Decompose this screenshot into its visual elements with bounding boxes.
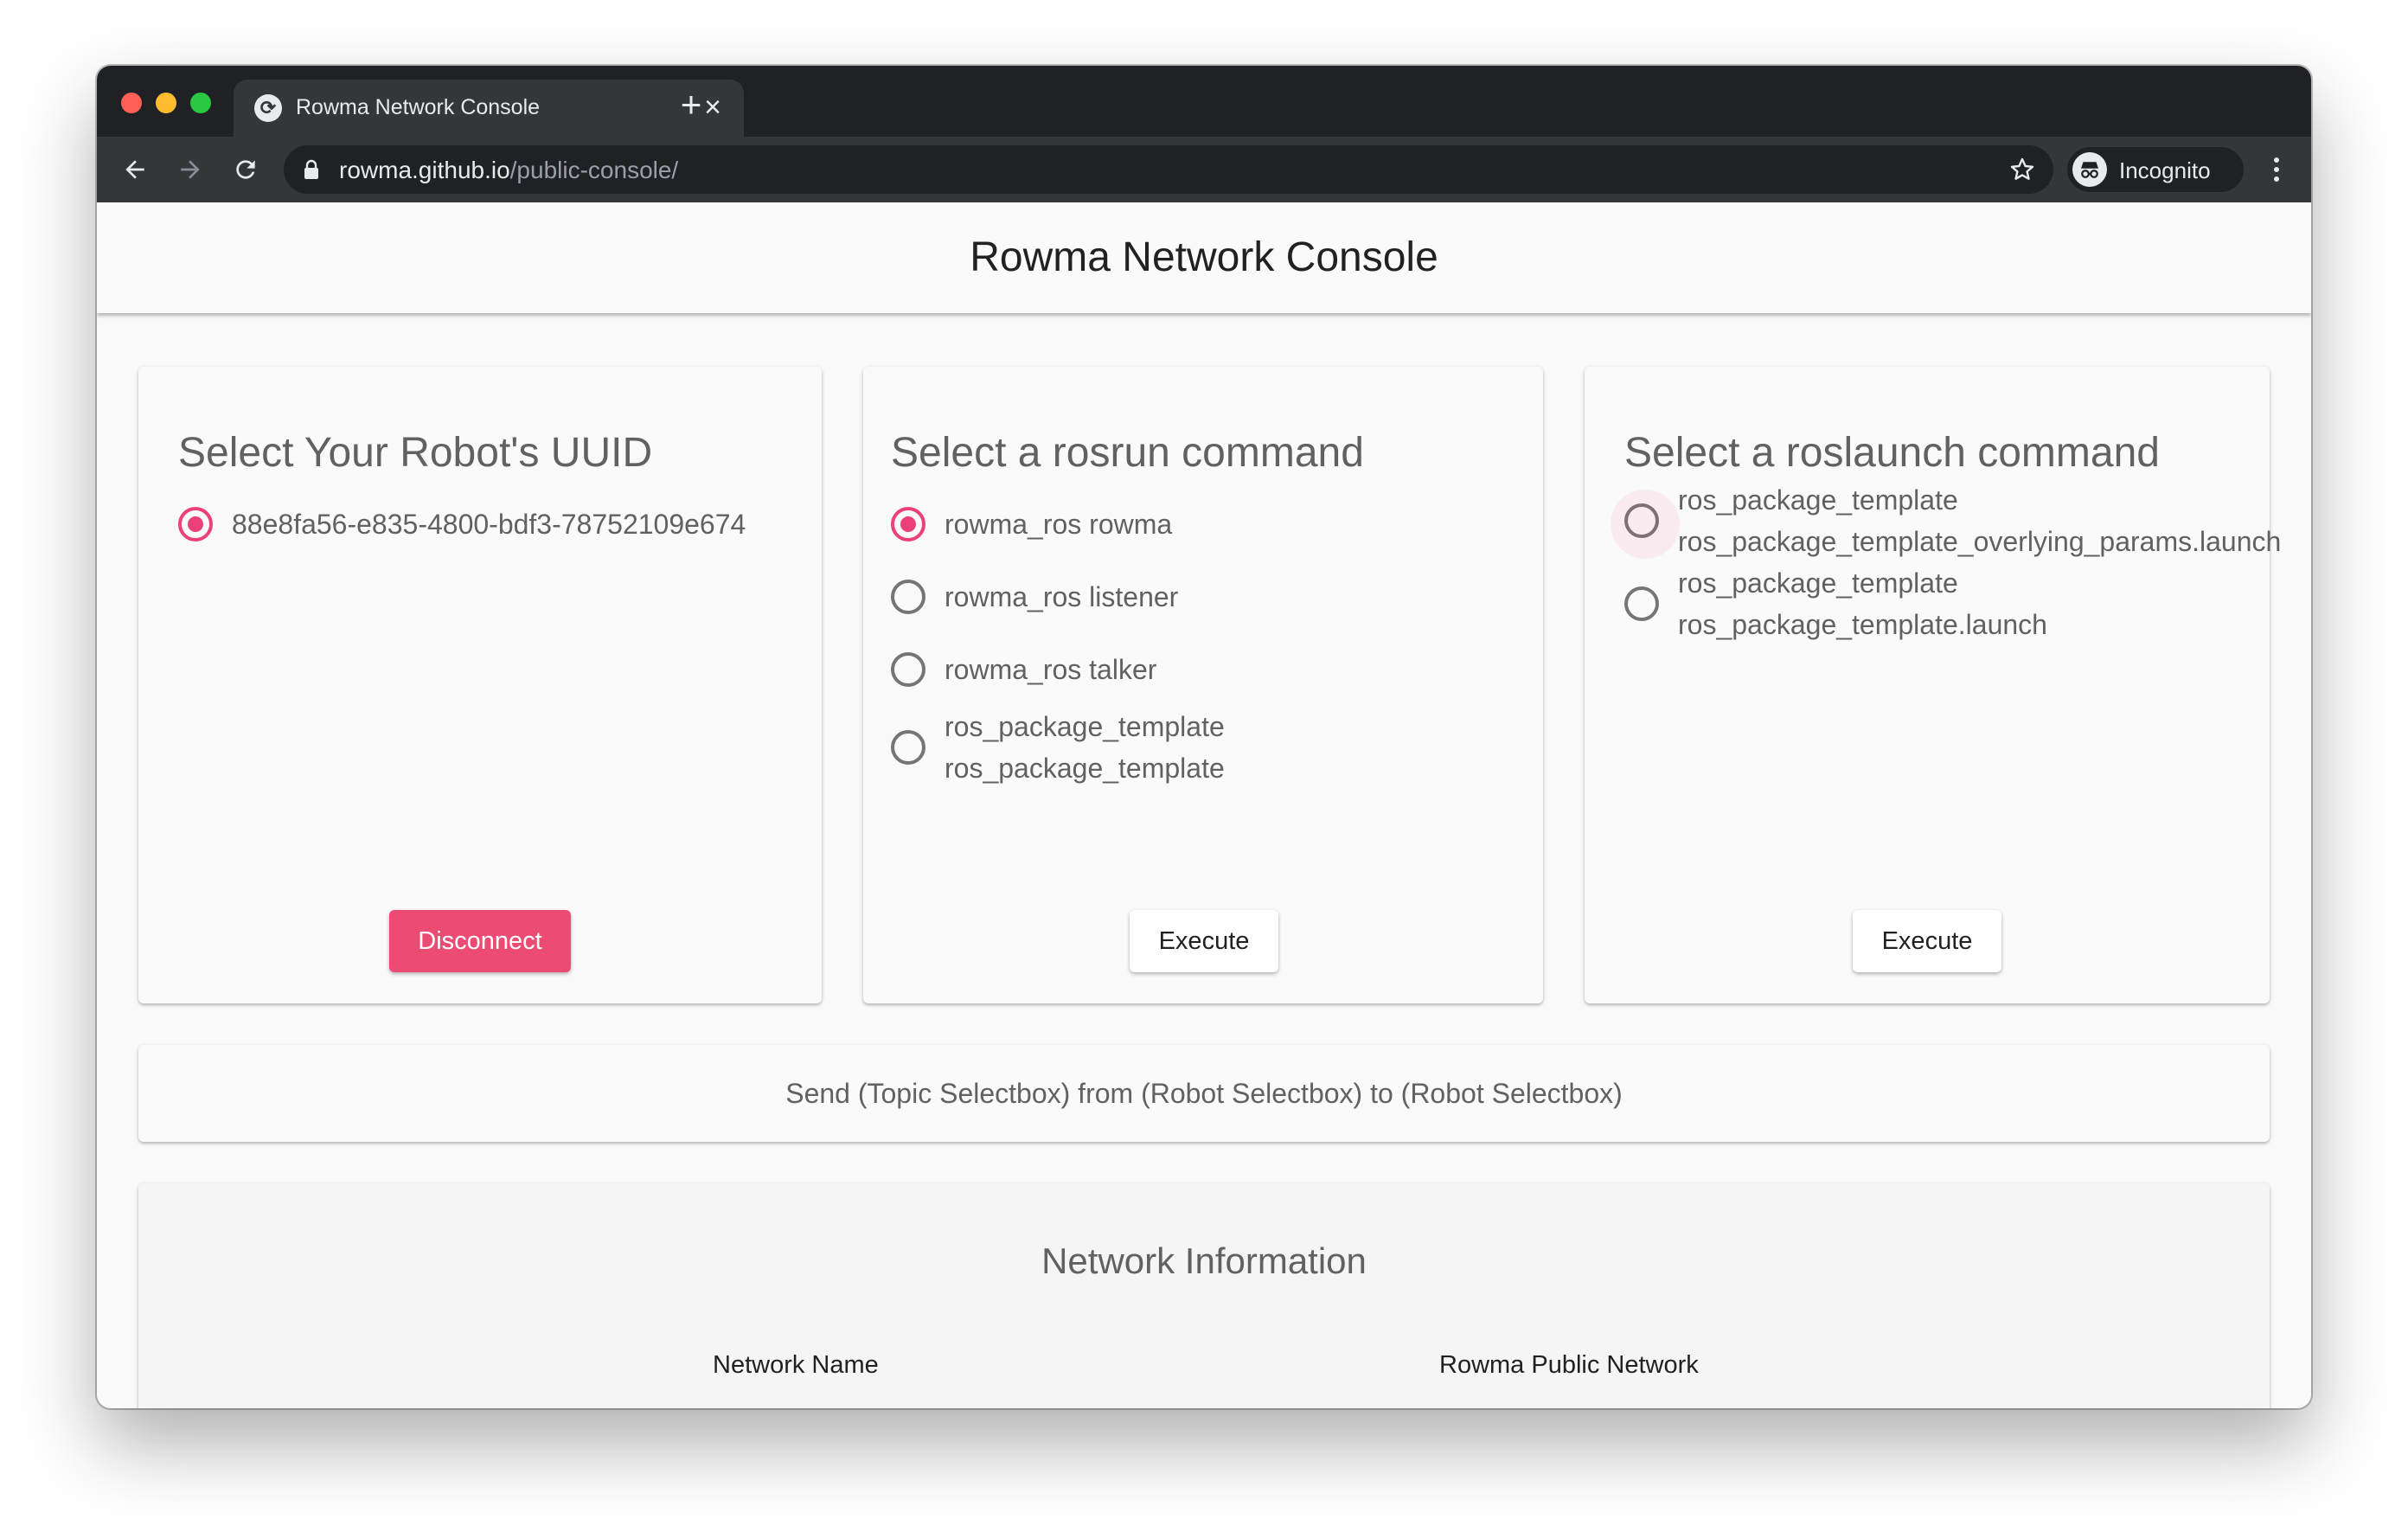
roslaunch-option-line2: ros_package_template_overlying_params.la…	[1678, 526, 2282, 557]
network-name-label: Network Name	[713, 1351, 879, 1379]
roslaunch-option-line1: ros_package_template	[1678, 567, 1958, 599]
robot-option-label: 88e8fa56-e835-4800-bdf3-78752109e674	[232, 509, 746, 540]
radio-button[interactable]	[1611, 490, 1680, 559]
robot-option-0[interactable]: 88e8fa56-e835-4800-bdf3-78752109e674	[178, 503, 746, 545]
app-header: Rowma Network Console	[97, 202, 2311, 313]
url-host: rowma.github.io	[339, 157, 510, 183]
browser-toolbar: rowma.github.io/public-console/ Incognit…	[97, 137, 2311, 202]
rosrun-option-label: rowma_ros rowma	[945, 509, 1173, 540]
new-tab-plus-icon[interactable]: +	[669, 83, 713, 126]
browser-tab-active[interactable]: ⟳ Rowma Network Console ×	[234, 80, 744, 137]
radio-button-checked[interactable]	[891, 507, 925, 542]
roslaunch-execute-button[interactable]: Execute	[1853, 910, 2001, 972]
roslaunch-option-0[interactable]: ros_package_template ros_package_templat…	[1611, 479, 2281, 562]
app-title: Rowma Network Console	[970, 234, 1438, 280]
rosrun-option-label: rowma_ros listener	[945, 581, 1179, 612]
roslaunch-card: Select a roslaunch command ros_package_t…	[1585, 367, 2281, 1003]
back-arrow-icon[interactable]	[114, 149, 156, 190]
robot-uuid-card: Select Your Robot's UUID 88e8fa56-e835-4…	[138, 367, 822, 1003]
radio-button[interactable]	[1624, 586, 1659, 621]
rosrun-option-1[interactable]: rowma_ros listener	[891, 576, 1178, 618]
rosrun-option-2[interactable]: rowma_ros talker	[891, 649, 1156, 690]
more-vert-icon[interactable]	[2256, 149, 2297, 190]
rosrun-card-title: Select a rosrun command	[891, 430, 1364, 476]
radio-button[interactable]	[891, 580, 925, 614]
roslaunch-option-line2: ros_package_template.launch	[1678, 609, 2047, 640]
network-info-card: Network Information Network Name Rowma P…	[138, 1183, 2270, 1408]
tab-title: Rowma Network Console	[296, 95, 541, 119]
url-text: rowma.github.io/public-console/	[339, 157, 678, 184]
radio-button[interactable]	[891, 652, 925, 687]
incognito-indicator[interactable]: Incognito	[2067, 147, 2244, 192]
radio-button-checked[interactable]	[178, 507, 213, 542]
rowma-favicon-icon: ⟳	[254, 94, 282, 122]
radio-focus-halo	[1611, 490, 1680, 559]
disconnect-button[interactable]: Disconnect	[389, 910, 571, 972]
roslaunch-option-label: ros_package_template ros_package_templat…	[1678, 562, 2047, 645]
roslaunch-option-1[interactable]: ros_package_template ros_package_templat…	[1624, 562, 2047, 645]
network-name-value: Rowma Public Network	[1439, 1351, 1699, 1379]
bookmark-star-icon[interactable]	[2008, 156, 2036, 188]
lock-icon	[303, 159, 320, 184]
page-content: Rowma Network Console Select Your Robot'…	[97, 202, 2311, 1408]
network-info-title: Network Information	[1041, 1240, 1367, 1281]
roslaunch-card-title: Select a roslaunch command	[1624, 430, 2160, 476]
rosrun-option-line2: ros_package_template	[945, 753, 1225, 784]
incognito-icon	[2072, 152, 2107, 187]
incognito-label: Incognito	[2119, 157, 2211, 183]
send-topic-card: Send (Topic Selectbox) from (Robot Selec…	[138, 1045, 2270, 1142]
rosrun-option-3[interactable]: ros_package_template ros_package_templat…	[891, 706, 1225, 789]
browser-window: ⟳ Rowma Network Console × + rowma.github…	[97, 66, 2311, 1408]
address-bar[interactable]: rowma.github.io/public-console/	[284, 145, 2053, 194]
reload-icon[interactable]	[225, 149, 266, 190]
url-path: /public-console/	[509, 157, 679, 183]
send-topic-text: Send (Topic Selectbox) from (Robot Selec…	[785, 1078, 1623, 1109]
window-minimize-button[interactable]	[156, 93, 176, 113]
tab-strip: ⟳ Rowma Network Console × +	[97, 66, 2311, 137]
rosrun-option-label: rowma_ros talker	[945, 654, 1157, 685]
rosrun-option-label: ros_package_template ros_package_templat…	[945, 706, 1225, 789]
forward-arrow-icon[interactable]	[170, 149, 211, 190]
rosrun-option-0[interactable]: rowma_ros rowma	[891, 503, 1172, 545]
radio-button[interactable]	[891, 730, 925, 765]
window-zoom-button[interactable]	[190, 93, 211, 113]
rosrun-execute-button[interactable]: Execute	[1130, 910, 1278, 972]
rosrun-card: Select a rosrun command rowma_ros rowma …	[863, 367, 1543, 1003]
robot-card-title: Select Your Robot's UUID	[178, 430, 653, 476]
window-close-button[interactable]	[121, 93, 142, 113]
roslaunch-option-label: ros_package_template ros_package_templat…	[1678, 479, 2281, 562]
rosrun-option-line1: ros_package_template	[945, 711, 1225, 742]
roslaunch-option-line1: ros_package_template	[1678, 484, 1958, 516]
